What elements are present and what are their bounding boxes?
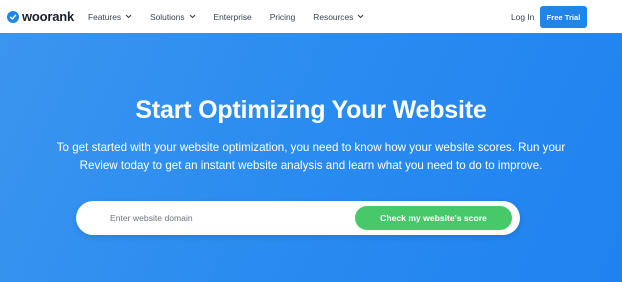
free-trial-button[interactable]: Free Trial bbox=[540, 6, 587, 28]
check-circle-icon bbox=[7, 10, 19, 23]
hero-subtitle-line-2: Review today to get an instant website a… bbox=[79, 159, 543, 172]
domain-input[interactable] bbox=[110, 209, 340, 227]
nav-links: Features Solutions Enterprise Pricing Re… bbox=[88, 0, 382, 33]
nav-item-solutions[interactable]: Solutions bbox=[150, 12, 195, 22]
nav-item-enterprise[interactable]: Enterprise bbox=[214, 12, 252, 22]
nav-item-pricing[interactable]: Pricing bbox=[270, 12, 296, 22]
nav-item-label: Pricing bbox=[269, 11, 296, 22]
chevron-down-icon bbox=[189, 14, 195, 19]
nav-item-label: Features bbox=[88, 11, 122, 22]
nav-item-resources[interactable]: Resources bbox=[313, 12, 364, 22]
hero-title: Start Optimizing Your Website bbox=[135, 96, 487, 124]
domain-search-form: Check my website's score bbox=[76, 201, 520, 235]
nav-item-label: Solutions bbox=[150, 11, 185, 22]
brand-logo[interactable]: woorank bbox=[7, 9, 74, 24]
chevron-down-icon bbox=[357, 14, 364, 19]
page: woorank Features Solutions Enterprise Pr… bbox=[0, 0, 622, 282]
hero-subtitle-line-1: To get started with your website optimiz… bbox=[56, 141, 566, 154]
nav-item-label: Enterprise bbox=[213, 11, 252, 22]
chevron-down-icon bbox=[125, 14, 132, 19]
hero-section: Start Optimizing Your Website To get sta… bbox=[0, 33, 622, 282]
top-nav: woorank Features Solutions Enterprise Pr… bbox=[0, 0, 622, 33]
brand-name: woorank bbox=[22, 9, 75, 24]
check-score-button[interactable]: Check my website's score bbox=[355, 206, 512, 230]
hero-subtitle: To get started with your website optimiz… bbox=[26, 139, 596, 175]
nav-item-label: Resources bbox=[313, 11, 354, 22]
login-link[interactable]: Log In bbox=[511, 12, 534, 22]
nav-item-features[interactable]: Features bbox=[88, 12, 132, 22]
